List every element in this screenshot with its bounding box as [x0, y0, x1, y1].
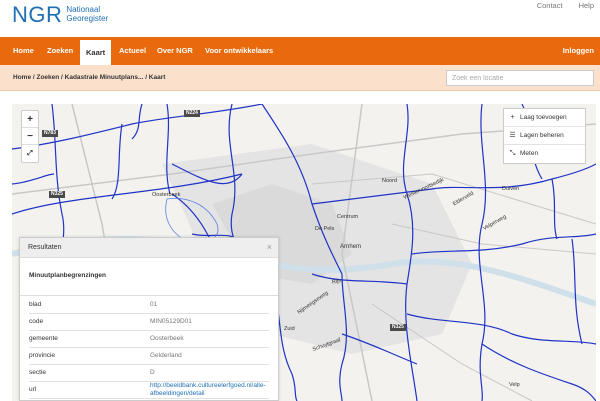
map-label-duiven: Duiven — [502, 186, 520, 192]
road-shield-n783: N783 — [42, 130, 58, 137]
nav-item-voor-ontwikkelaars[interactable]: Voor ontwikkelaars — [205, 37, 273, 65]
zoom-controls: + − ⤢ — [21, 110, 39, 163]
nav-item-zoeken[interactable]: Zoeken — [47, 37, 73, 65]
map-label-velp: Velp — [509, 382, 520, 388]
main-nav: Home Zoeken Kaart Actueel Over NGR Voor … — [0, 37, 600, 65]
location-search-input[interactable] — [446, 70, 594, 86]
table-row: code MIN05129D01 — [29, 313, 269, 331]
measure-button[interactable]: ⤡ Meten — [504, 145, 585, 163]
zoom-in-button[interactable]: + — [22, 111, 38, 128]
ngr-logo[interactable]: NGR Nationaal Georegister — [12, 2, 108, 28]
table-row: url http://beeldbank.cultureelerfgoed.nl… — [29, 381, 269, 399]
nav-item-actueel[interactable]: Actueel — [119, 37, 146, 65]
contact-link[interactable]: Contact — [537, 1, 563, 10]
table-row: sectie D — [29, 364, 269, 382]
nav-item-home[interactable]: Home — [13, 37, 34, 65]
plus-icon: + — [510, 113, 515, 121]
layer-controls: + Laag toevoegen ☰ Lagen beheren ⤡ Meten — [503, 108, 586, 164]
row-key-url: url — [29, 381, 150, 399]
row-key-code: code — [29, 313, 150, 331]
road-shield-n325-west: N325 — [49, 191, 65, 198]
road-shield-n224: N224 — [184, 110, 200, 117]
help-link[interactable]: Help — [579, 1, 594, 10]
close-icon[interactable]: × — [267, 242, 272, 252]
top-header: NGR Nationaal Georegister Contact Help — [0, 0, 600, 37]
row-key-blad: blad — [29, 296, 150, 314]
map-label-noord: Noord — [382, 178, 397, 184]
table-row: gemeente Oosterbeek — [29, 330, 269, 348]
layers-icon: ☰ — [509, 131, 516, 139]
row-value-url-link[interactable]: http://beeldbank.cultureelerfgoed.nl/all… — [150, 381, 269, 399]
row-value-sectie: D — [150, 364, 269, 382]
results-title: Resultaten — [20, 238, 278, 258]
zoom-out-button[interactable]: − — [22, 128, 38, 145]
map-label-arnhem: Arnhem — [340, 244, 362, 250]
map-label-zuid: Zuid — [284, 326, 295, 332]
results-section-title: Minuutplanbegrenzingen — [20, 258, 278, 296]
measure-label: Meten — [520, 150, 539, 157]
manage-layers-button[interactable]: ☰ Lagen beheren — [504, 127, 585, 145]
row-key-sectie: sectie — [29, 364, 150, 382]
map-label-centrum: Centrum — [337, 214, 359, 220]
logo-subtitle: Nationaal Georegister — [66, 5, 108, 23]
road-shield-n325-south: N325 — [390, 324, 406, 331]
add-layer-button[interactable]: + Laag toevoegen — [504, 109, 585, 127]
map-label-oosterbeek: Oosterbeek — [152, 192, 181, 198]
logo-sub-line-1: Nationaal — [66, 5, 101, 14]
breadcrumb[interactable]: Home / Zoeken / Kadastrale Minuutplans..… — [13, 65, 165, 91]
results-panel: Resultaten × Minuutplanbegrenzingen blad… — [19, 237, 279, 401]
login-link[interactable]: Inloggen — [563, 37, 594, 65]
add-layer-label: Laag toevoegen — [520, 113, 567, 121]
logo-main-text: NGR — [12, 2, 63, 27]
nav-item-kaart[interactable]: Kaart — [80, 40, 112, 65]
table-row: provincie Gelderland — [29, 347, 269, 365]
manage-layers-label: Lagen beheren — [520, 131, 564, 139]
logo-sub-line-2: Georegister — [66, 14, 109, 23]
ruler-icon: ⤡ — [509, 150, 516, 157]
row-value-gemeente: Oosterbeek — [150, 330, 269, 348]
breadcrumb-bar: Home / Zoeken / Kadastrale Minuutplans..… — [0, 65, 600, 91]
row-key-gemeente: gemeente — [29, 330, 150, 348]
row-value-provincie: Gelderland — [150, 347, 269, 365]
fullscreen-button[interactable]: ⤢ — [22, 145, 38, 162]
map-label-de-pels: De Pels — [315, 226, 335, 232]
row-value-code: MIN05129D01 — [150, 313, 269, 331]
row-value-blad: 01 — [150, 296, 269, 314]
row-key-provincie: provincie — [29, 347, 150, 365]
nav-item-over-ngr[interactable]: Over NGR — [157, 37, 193, 65]
top-links: Contact Help — [537, 1, 594, 10]
results-table: blad 01 code MIN05129D01 gemeente Ooster… — [29, 296, 269, 399]
table-row: blad 01 — [29, 296, 269, 314]
